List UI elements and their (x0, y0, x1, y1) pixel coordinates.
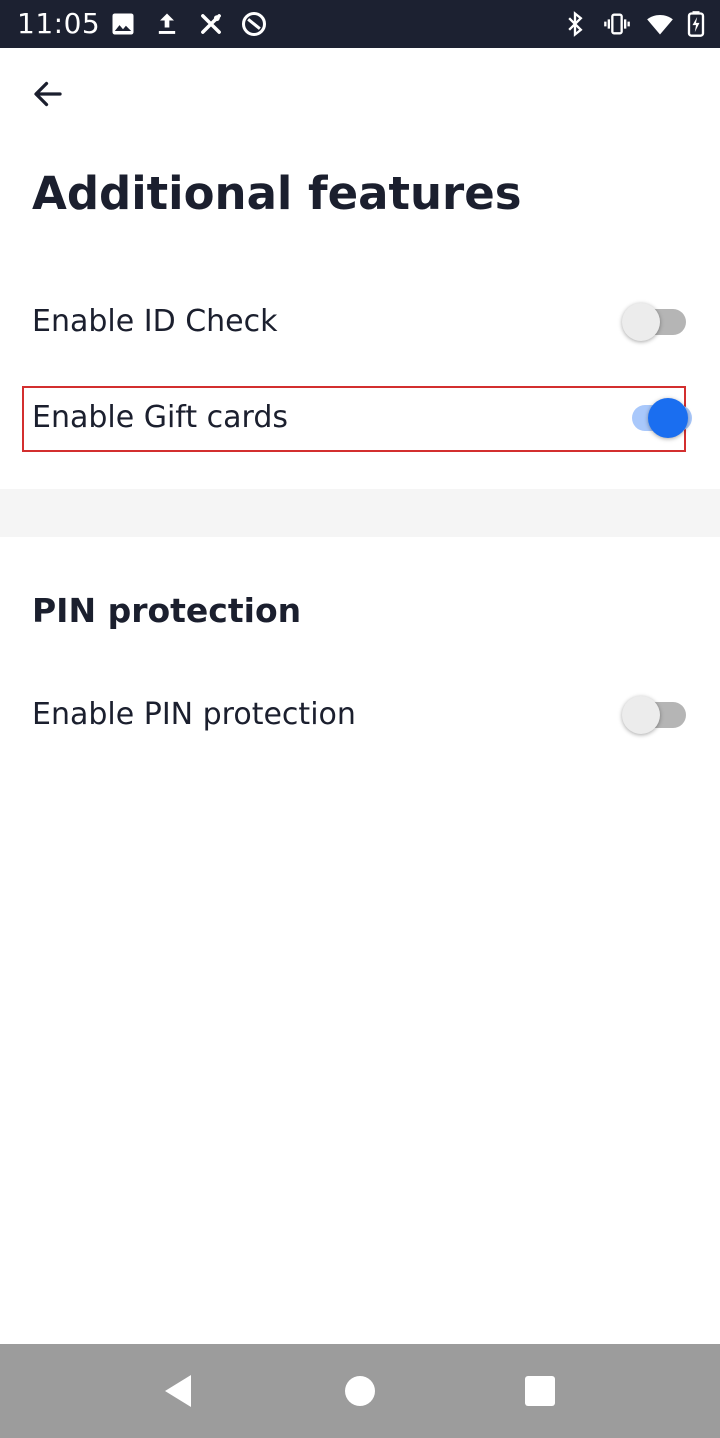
vibrate-icon (603, 10, 631, 38)
section-heading-pin: PIN protection (32, 591, 302, 630)
back-button[interactable] (24, 72, 72, 120)
toggle-thumb (648, 398, 688, 438)
setting-label: Enable PIN protection (32, 697, 356, 732)
setting-label: Enable Gift cards (32, 400, 288, 435)
data-saver-icon (240, 10, 268, 38)
setting-row-gift-cards[interactable]: Enable Gift cards (32, 386, 692, 450)
status-time: 11:05 (17, 7, 101, 40)
gift-cards-toggle[interactable] (622, 398, 692, 438)
upload-icon (153, 10, 181, 38)
nav-back-button[interactable] (159, 1371, 199, 1411)
nav-recents-button[interactable] (520, 1371, 560, 1411)
bluetooth-icon (561, 10, 589, 38)
wifi-icon (646, 10, 674, 38)
nav-home-button[interactable] (340, 1371, 380, 1411)
pin-protection-toggle[interactable] (622, 695, 688, 735)
page-title: Additional features (32, 167, 522, 220)
battery-charging-icon (682, 10, 710, 38)
setting-label: Enable ID Check (32, 304, 278, 339)
crossed-tools-icon (197, 10, 225, 38)
id-check-toggle[interactable] (622, 302, 688, 342)
section-divider (0, 489, 720, 537)
toggle-thumb (622, 696, 660, 734)
toggle-thumb (622, 303, 660, 341)
setting-row-pin-protection[interactable]: Enable PIN protection (32, 683, 688, 747)
setting-row-id-check[interactable]: Enable ID Check (32, 290, 688, 354)
recents-square-icon (525, 1376, 555, 1406)
status-bar: 11:05 (0, 0, 720, 48)
home-circle-icon (345, 1376, 375, 1406)
back-triangle-icon (165, 1375, 191, 1407)
image-icon (109, 10, 137, 38)
arrow-left-icon (30, 76, 66, 116)
navigation-bar (0, 1344, 720, 1438)
